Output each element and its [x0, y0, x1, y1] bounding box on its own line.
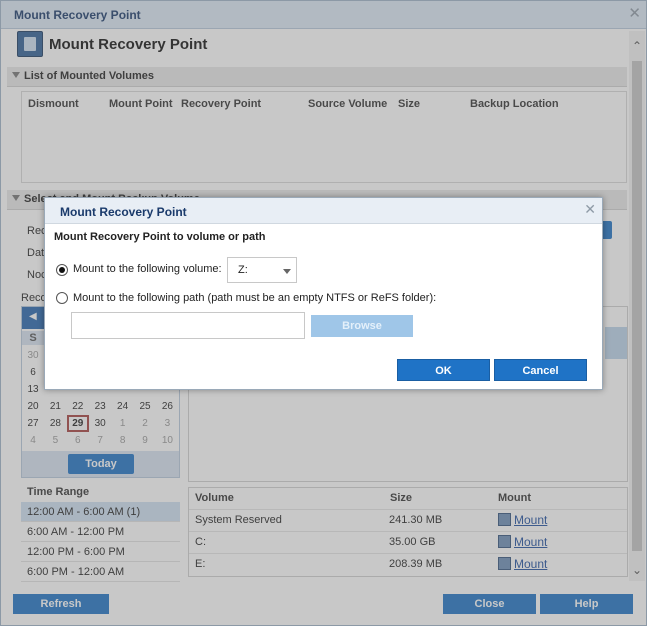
path-option-label: Mount to the following path (path must b…	[73, 292, 437, 304]
dialog-title-bar: Mount Recovery Point ✕	[45, 198, 602, 224]
volume-radio[interactable]	[56, 264, 68, 276]
cancel-button[interactable]: Cancel	[494, 359, 587, 381]
ok-button[interactable]: OK	[397, 359, 490, 381]
close-icon[interactable]: ✕	[584, 201, 596, 218]
chevron-down-icon	[283, 269, 291, 274]
dialog-subtitle: Mount Recovery Point to volume or path	[54, 231, 266, 243]
mount-dialog: Mount Recovery Point ✕ Mount Recovery Po…	[44, 197, 603, 390]
volume-select-value: Z:	[238, 264, 248, 276]
browse-button[interactable]: Browse	[311, 315, 413, 337]
volume-option-label: Mount to the following volume:	[73, 263, 222, 275]
volume-select[interactable]: Z:	[227, 257, 297, 283]
path-input[interactable]	[71, 312, 305, 339]
dialog-title: Mount Recovery Point	[60, 205, 187, 219]
path-radio[interactable]	[56, 292, 68, 304]
